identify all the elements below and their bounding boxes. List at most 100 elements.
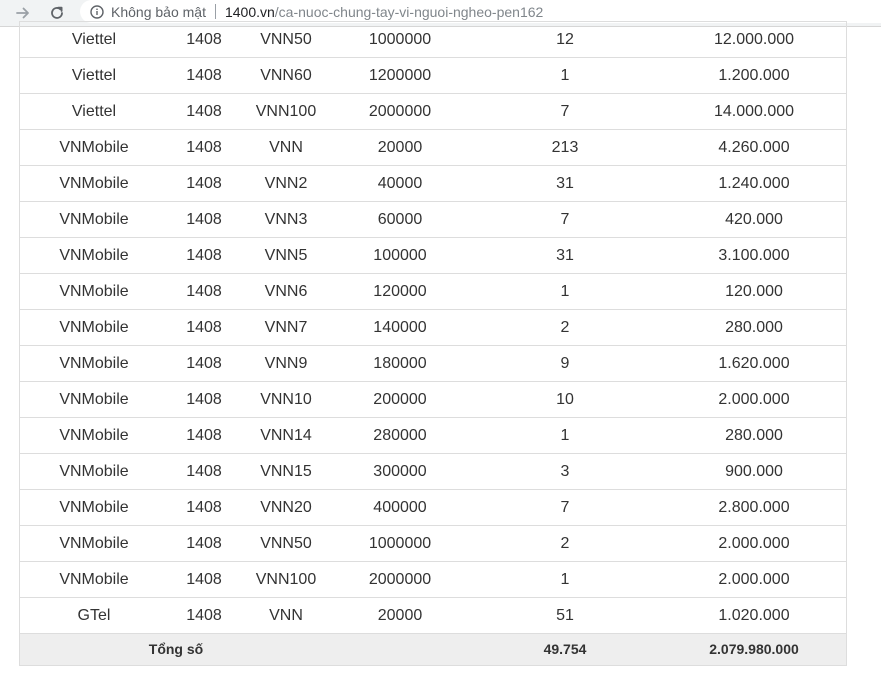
network-cell: VNMobile xyxy=(20,237,168,274)
table-row: VNMobile 1408 VNN10 200000 10 2.000.000 xyxy=(20,381,846,418)
count-cell: 9 xyxy=(468,345,662,382)
address-bar[interactable]: Không bảo mật 1400.vn/ca-nuoc-chung-tay-… xyxy=(80,0,881,23)
security-label[interactable]: Không bảo mật xyxy=(111,4,206,20)
syntax-cell: VNN50 xyxy=(240,525,332,562)
table-row: VNMobile 1408 VNN14 280000 1 280.000 xyxy=(20,417,846,454)
url-host[interactable]: 1400.vn xyxy=(225,4,275,20)
network-cell: VNMobile xyxy=(20,381,168,418)
shortcode-cell: 1408 xyxy=(168,525,240,562)
amount-cell: 14.000.000 xyxy=(662,93,846,130)
total-amount: 2.079.980.000 xyxy=(662,633,846,665)
network-cell: VNMobile xyxy=(20,273,168,310)
donation-table: Viettel 1408 VNN50 1000000 12 12.000.000 Viett… xyxy=(20,21,846,665)
table-row: VNMobile 1408 VNN20 400000 7 2.800.000 xyxy=(20,489,846,526)
amount-cell: 1.020.000 xyxy=(662,597,846,634)
network-cell: VNMobile xyxy=(20,345,168,382)
count-cell: 1 xyxy=(468,273,662,310)
url-path[interactable]: /ca-nuoc-chung-tay-vi-nguoi-ngheo-pen162 xyxy=(275,4,544,20)
amount-cell: 4.260.000 xyxy=(662,129,846,166)
count-cell: 7 xyxy=(468,93,662,130)
table-row: VNMobile 1408 VNN2 40000 31 1.240.000 xyxy=(20,165,846,202)
total-count: 49.754 xyxy=(468,633,662,665)
price-cell: 40000 xyxy=(332,165,468,202)
table-row: VNMobile 1408 VNN9 180000 9 1.620.000 xyxy=(20,345,846,382)
url-separator xyxy=(214,4,216,19)
network-cell: VNMobile xyxy=(20,561,168,598)
syntax-cell: VNN15 xyxy=(240,453,332,490)
price-cell: 120000 xyxy=(332,273,468,310)
shortcode-cell: 1408 xyxy=(168,453,240,490)
table-row: Viettel 1408 VNN100 2000000 7 14.000.000 xyxy=(20,93,846,130)
arrow-right-icon xyxy=(16,7,29,19)
amount-cell: 280.000 xyxy=(662,417,846,454)
network-cell: VNMobile xyxy=(20,201,168,238)
table-row: VNMobile 1408 VNN7 140000 2 280.000 xyxy=(20,309,846,346)
syntax-cell: VNN100 xyxy=(240,93,332,130)
shortcode-cell: 1408 xyxy=(168,597,240,634)
price-cell: 2000000 xyxy=(332,93,468,130)
reload-icon xyxy=(51,6,63,19)
table-row: Viettel 1408 VNN50 1000000 12 12.000.000 xyxy=(20,21,846,58)
syntax-cell: VNN xyxy=(240,129,332,166)
donation-table-container: Viettel 1408 VNN50 1000000 12 12.000.000 Viett… xyxy=(19,21,847,666)
amount-cell: 2.000.000 xyxy=(662,381,846,418)
syntax-cell: VNN7 xyxy=(240,309,332,346)
syntax-cell: VNN14 xyxy=(240,417,332,454)
price-cell: 400000 xyxy=(332,489,468,526)
price-cell: 20000 xyxy=(332,597,468,634)
shortcode-cell: 1408 xyxy=(168,93,240,130)
network-cell: Viettel xyxy=(20,57,168,94)
table-row: VNMobile 1408 VNN6 120000 1 120.000 xyxy=(20,273,846,310)
amount-cell: 120.000 xyxy=(662,273,846,310)
syntax-cell: VNN5 xyxy=(240,237,332,274)
syntax-cell: VNN50 xyxy=(240,21,332,58)
syntax-cell: VNN60 xyxy=(240,57,332,94)
price-cell: 100000 xyxy=(332,237,468,274)
network-cell: VNMobile xyxy=(20,417,168,454)
amount-cell: 1.200.000 xyxy=(662,57,846,94)
count-cell: 3 xyxy=(468,453,662,490)
table-row: VNMobile 1408 VNN 20000 213 4.260.000 xyxy=(20,129,846,166)
count-cell: 10 xyxy=(468,381,662,418)
shortcode-cell: 1408 xyxy=(168,489,240,526)
syntax-cell: VNN2 xyxy=(240,165,332,202)
count-cell: 12 xyxy=(468,21,662,58)
network-cell: Viettel xyxy=(20,21,168,58)
amount-cell: 2.000.000 xyxy=(662,561,846,598)
syntax-cell: VNN9 xyxy=(240,345,332,382)
amount-cell: 12.000.000 xyxy=(662,21,846,58)
count-cell: 31 xyxy=(468,237,662,274)
count-cell: 7 xyxy=(468,201,662,238)
table-body: Viettel 1408 VNN50 1000000 12 12.000.000 Viett… xyxy=(20,21,846,634)
shortcode-cell: 1408 xyxy=(168,309,240,346)
price-cell: 140000 xyxy=(332,309,468,346)
count-cell: 2 xyxy=(468,309,662,346)
table-row: VNMobile 1408 VNN5 100000 31 3.100.000 xyxy=(20,237,846,274)
info-icon[interactable] xyxy=(90,4,104,19)
price-cell: 2000000 xyxy=(332,561,468,598)
table-row: GTel 1408 VNN 20000 51 1.020.000 xyxy=(20,597,846,634)
syntax-cell: VNN xyxy=(240,597,332,634)
price-cell: 1000000 xyxy=(332,525,468,562)
total-label: Tổng số xyxy=(20,633,332,665)
shortcode-cell: 1408 xyxy=(168,201,240,238)
price-cell: 1000000 xyxy=(332,21,468,58)
syntax-cell: VNN6 xyxy=(240,273,332,310)
total-row: Tổng số 49.754 2.079.980.000 xyxy=(20,633,846,665)
network-cell: VNMobile xyxy=(20,453,168,490)
shortcode-cell: 1408 xyxy=(168,165,240,202)
price-cell: 200000 xyxy=(332,381,468,418)
network-cell: Viettel xyxy=(20,93,168,130)
count-cell: 31 xyxy=(468,165,662,202)
price-cell: 180000 xyxy=(332,345,468,382)
shortcode-cell: 1408 xyxy=(168,57,240,94)
network-cell: VNMobile xyxy=(20,525,168,562)
count-cell: 7 xyxy=(468,489,662,526)
network-cell: GTel xyxy=(20,597,168,634)
network-cell: VNMobile xyxy=(20,309,168,346)
shortcode-cell: 1408 xyxy=(168,21,240,58)
amount-cell: 3.100.000 xyxy=(662,237,846,274)
amount-cell: 1.620.000 xyxy=(662,345,846,382)
shortcode-cell: 1408 xyxy=(168,345,240,382)
table-row: VNMobile 1408 VNN3 60000 7 420.000 xyxy=(20,201,846,238)
